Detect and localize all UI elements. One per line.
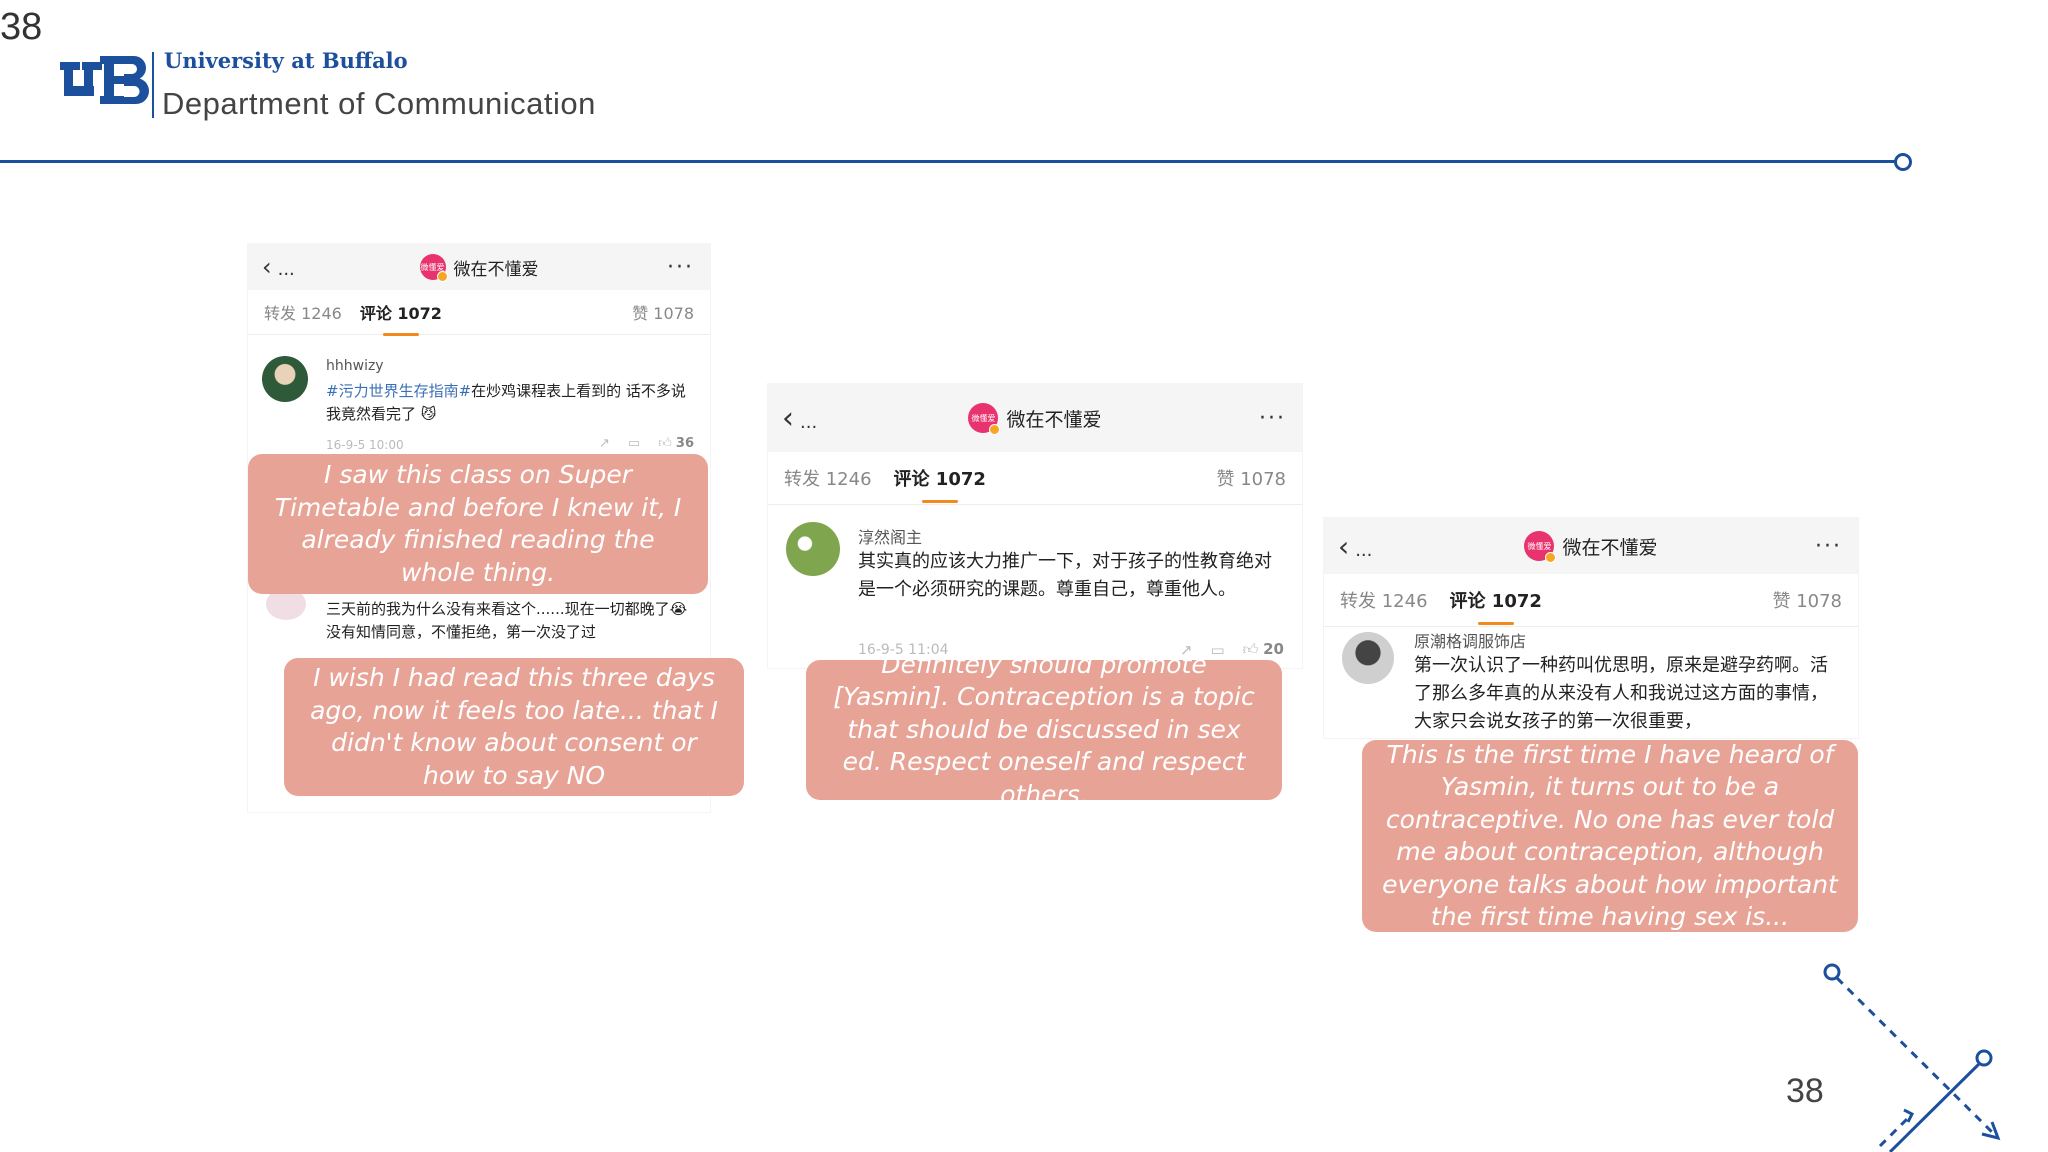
weibo-screenshot-3: ‹... 微懂爱 微在不懂爱 ··· 转发 1246 评论 1072 赞 107… xyxy=(1324,518,1858,738)
account-avatar[interactable]: 微懂爱 xyxy=(419,254,448,282)
account-name: 微在不懂爱 xyxy=(453,259,539,280)
account-name: 微在不懂爱 xyxy=(1006,408,1102,431)
comment-actions: ↗ ▭ 👍︎ 36 xyxy=(599,436,694,451)
tab-likes[interactable]: 赞 1078 xyxy=(1772,587,1842,613)
comment-timestamp: 16-9-5 10:00 xyxy=(326,438,404,452)
slide-number-top: 38 xyxy=(0,6,43,48)
avatar[interactable] xyxy=(786,522,840,576)
comment-username[interactable]: 淳然阁主 xyxy=(858,524,922,548)
university-name: University at Buffalo xyxy=(164,48,408,73)
translation-bubble: I saw this class on Super Timetable and … xyxy=(248,454,708,594)
more-dots-icon[interactable]: ··· xyxy=(667,255,694,280)
tab-comments[interactable]: 评论 1072 xyxy=(360,300,442,324)
weibo-screenshot-2: ‹... 微懂爱 微在不懂爱 ··· 转发 1246 评论 1072 赞 107… xyxy=(768,384,1302,668)
account-avatar[interactable]: 微懂爱 xyxy=(968,403,1001,435)
ub-logo-icon xyxy=(60,56,149,104)
comment-text: 第一次认识了一种药叫优思明，原来是避孕药啊。活了那么多年真的从来没有人和我说过这… xyxy=(1414,655,1828,732)
avatar[interactable] xyxy=(262,356,308,402)
share-icon[interactable]: ↗ xyxy=(599,436,610,451)
logo-divider xyxy=(152,52,154,118)
tab-comments[interactable]: 评论 1072 xyxy=(894,465,986,491)
tab-likes[interactable]: 赞 1078 xyxy=(632,300,694,324)
department-name: Department of Communication xyxy=(162,86,596,121)
comment-username[interactable]: 原潮格调服饰店 xyxy=(1414,628,1526,652)
tab-comments[interactable]: 评论 1072 xyxy=(1450,587,1542,613)
translation-bubble: This is the first time I have heard of Y… xyxy=(1362,740,1858,932)
hashtag-link[interactable]: #污力世界生存指南# xyxy=(326,382,471,400)
tab-reposts[interactable]: 转发 1246 xyxy=(784,465,872,491)
tab-reposts[interactable]: 转发 1246 xyxy=(264,300,342,324)
decorative-lines-icon xyxy=(1823,963,2001,1152)
comment-text: 其实真的应该大力推广一下，对于孩子的性教育绝对是一个必须研究的课题。尊重自己，尊… xyxy=(858,551,1272,600)
comment-icon[interactable]: ▭ xyxy=(628,436,640,451)
more-dots-icon[interactable]: ··· xyxy=(1259,406,1286,431)
comment-text: 三天前的我为什么没有来看这个......现在一切都晚了😭没有知情同意，不懂拒绝，… xyxy=(326,600,688,642)
comment-text: #污力世界生存指南#在炒鸡课程表上看到的 话不多说 我竟然看完了 😼 xyxy=(326,382,686,424)
emoji: 😼 xyxy=(420,405,437,424)
avatar[interactable] xyxy=(1342,632,1394,684)
header-rule xyxy=(0,160,1898,163)
translation-bubble: Definitely should promote [Yasmin]. Cont… xyxy=(806,650,1282,809)
header-rule-dot xyxy=(1894,153,1912,171)
like-icon[interactable]: 👍︎ 36 xyxy=(658,436,694,451)
translation-bubble: I wish I had read this three days ago, n… xyxy=(284,658,744,796)
more-dots-icon[interactable]: ··· xyxy=(1815,534,1842,559)
account-avatar[interactable]: 微懂爱 xyxy=(1524,531,1557,563)
tab-likes[interactable]: 赞 1078 xyxy=(1216,465,1286,491)
tab-reposts[interactable]: 转发 1246 xyxy=(1340,587,1428,613)
comment-username[interactable]: hhhwizy xyxy=(326,358,384,374)
account-name: 微在不懂爱 xyxy=(1562,536,1658,559)
